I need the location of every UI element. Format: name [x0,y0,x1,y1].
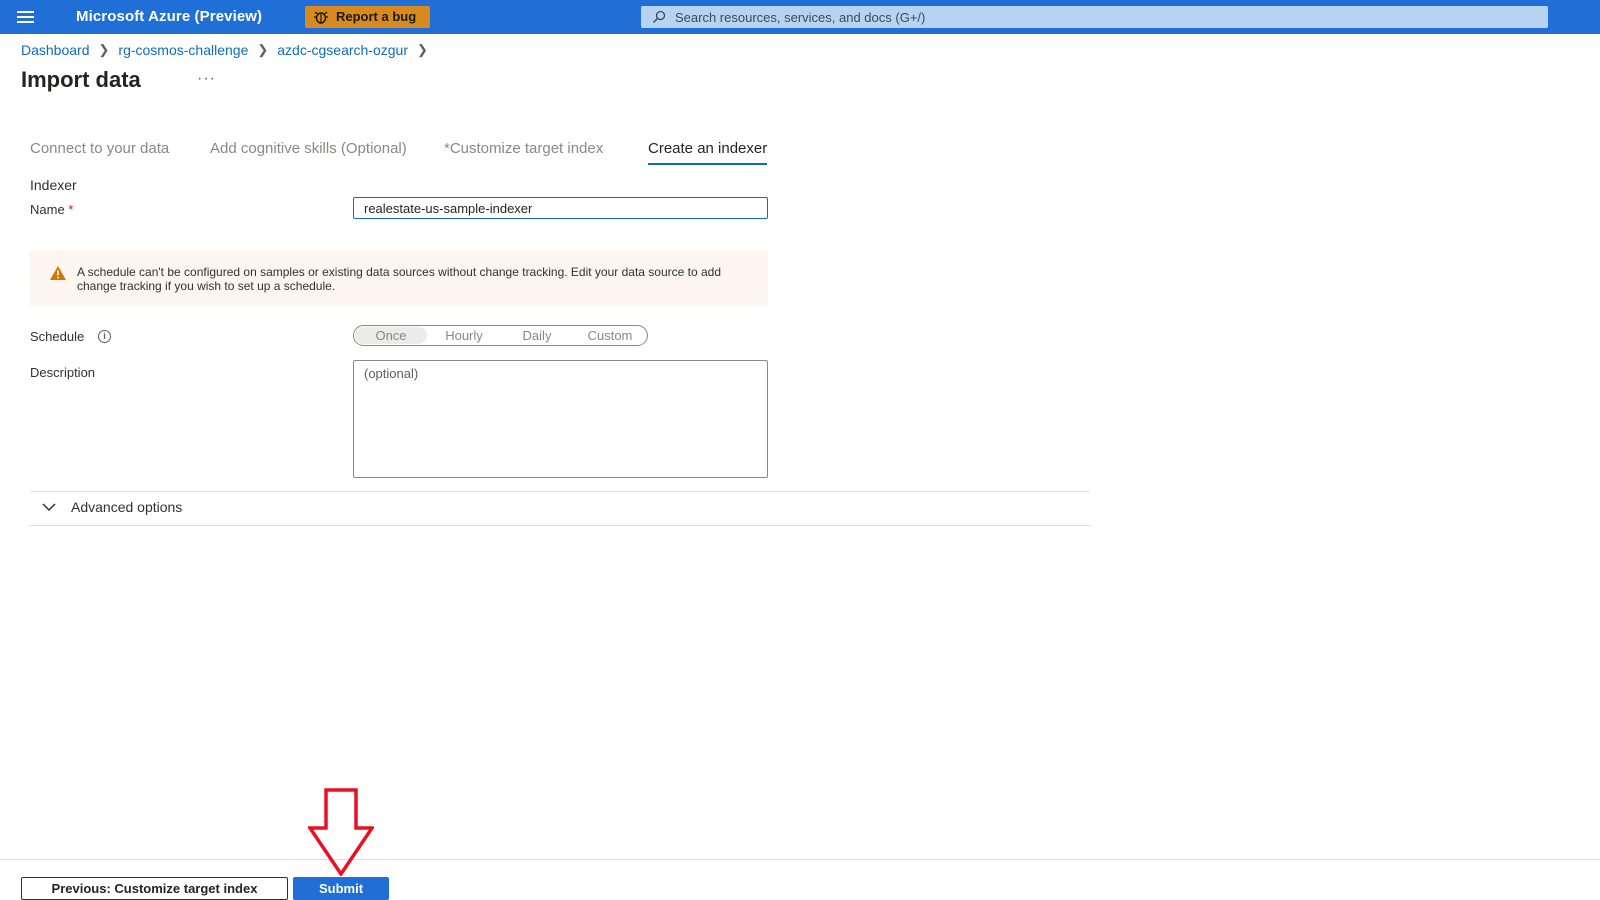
required-mark: * [68,202,74,217]
bug-icon [314,11,328,24]
schedule-selector: Once Hourly Daily Custom [353,325,648,346]
indexer-name-field[interactable] [353,197,768,219]
schedule-option-once[interactable]: Once [355,327,427,344]
schedule-option-hourly[interactable]: Hourly [428,327,500,344]
tab-cognitive-skills[interactable]: Add cognitive skills (Optional) [210,140,407,157]
azure-portal-page: Microsoft Azure (Preview) Report a bug D… [0,0,1600,900]
search-icon [653,10,666,23]
submit-button[interactable]: Submit [293,877,389,900]
chevron-down-icon [42,503,56,512]
warning-message: A schedule can't be configured on sample… [77,265,722,293]
breadcrumb-resource-group[interactable]: rg-cosmos-challenge [118,42,248,58]
report-bug-label: Report a bug [336,9,417,24]
footer-divider [0,859,1600,860]
previous-button[interactable]: Previous: Customize target index [21,877,288,900]
schedule-option-daily[interactable]: Daily [501,327,573,344]
report-bug-button[interactable]: Report a bug [305,6,430,28]
more-options-icon[interactable]: ··· [197,70,216,88]
name-label: Name * [30,202,73,217]
info-icon[interactable]: i [98,330,111,343]
tab-customize-index[interactable]: *Customize target index [444,140,603,157]
chevron-right-icon: ❯ [98,42,110,57]
section-indexer: Indexer [30,177,77,193]
breadcrumb: Dashboard ❯ rg-cosmos-challenge ❯ azdc-c… [21,42,437,58]
tab-create-indexer[interactable]: Create an indexer [648,140,768,165]
chevron-right-icon: ❯ [417,42,428,57]
top-bar: Microsoft Azure (Preview) Report a bug [0,0,1600,34]
portal-brand[interactable]: Microsoft Azure (Preview) [76,8,262,25]
divider [30,491,1090,492]
global-search[interactable] [641,6,1548,28]
search-input[interactable] [675,6,1535,28]
divider [30,525,1090,526]
breadcrumb-dashboard[interactable]: Dashboard [21,42,90,58]
schedule-option-custom[interactable]: Custom [574,327,646,344]
menu-icon[interactable] [17,11,34,23]
chevron-right-icon: ❯ [257,42,269,57]
page-title: Import data [21,67,141,92]
advanced-options-label: Advanced options [71,499,183,515]
description-label: Description [30,365,96,380]
down-arrow-icon [308,788,374,876]
schedule-label: Schedule [30,329,85,344]
tab-connect-data[interactable]: Connect to your data [30,140,169,157]
warning-icon [50,266,66,280]
description-field[interactable] [353,360,768,478]
schedule-warning: A schedule can't be configured on sample… [30,250,768,306]
breadcrumb-search-service[interactable]: azdc-cgsearch-ozgur [277,42,408,58]
name-label-text: Name [30,202,65,217]
